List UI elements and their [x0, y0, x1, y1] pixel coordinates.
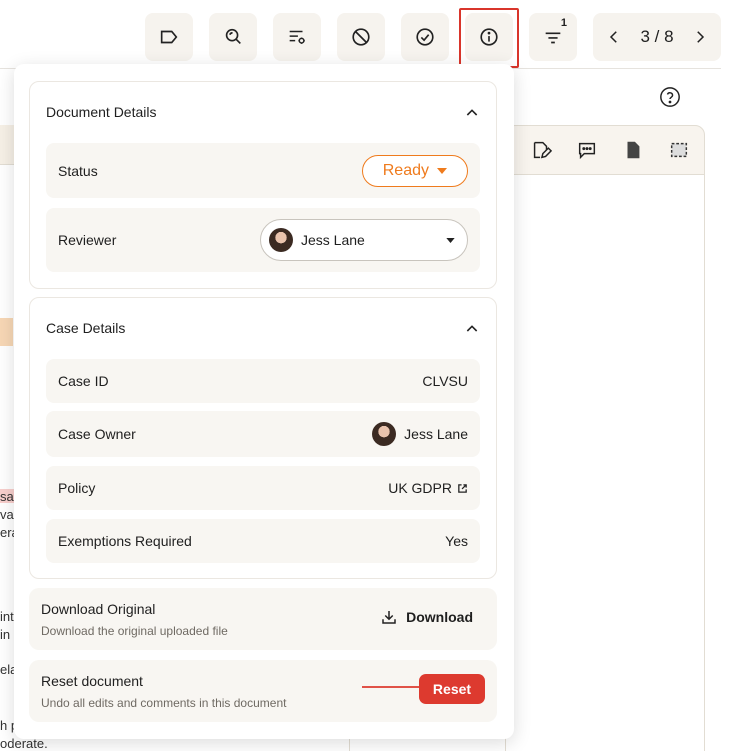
comment-icon[interactable] — [576, 139, 598, 161]
right-document-page — [505, 174, 705, 751]
case-id-value: CLVSU — [422, 373, 468, 389]
status-dropdown[interactable]: Ready — [361, 154, 468, 187]
chevron-right-icon[interactable] — [691, 28, 709, 46]
reviewer-label: Reviewer — [58, 232, 117, 248]
download-title: Download Original — [41, 601, 156, 617]
caret-down-icon — [446, 237, 455, 243]
edit-icon[interactable] — [530, 139, 552, 161]
exemptions-row: Exemptions Required Yes — [46, 519, 480, 563]
download-icon — [382, 611, 396, 624]
status-value: Ready — [382, 161, 429, 179]
download-button[interactable]: Download — [380, 608, 473, 626]
case-id-row: Case ID CLVSU — [46, 359, 480, 403]
filter-icon — [545, 32, 561, 44]
reset-title: Reset document — [41, 673, 143, 689]
avatar — [269, 228, 293, 252]
left-document-highlight — [0, 318, 13, 346]
doc-fragment: sa — [0, 489, 14, 504]
pager: 3 / 8 — [593, 13, 721, 61]
reset-button[interactable]: Reset — [419, 674, 485, 704]
help-icon[interactable] — [659, 86, 681, 108]
document-info-panel: Document Details Status Ready Reviewer J… — [14, 64, 514, 739]
policy-row: Policy UK GDPR — [46, 466, 480, 510]
filter-button[interactable]: 1 — [529, 13, 577, 61]
search-zoom-button[interactable] — [209, 13, 257, 61]
settings-list-button[interactable] — [273, 13, 321, 61]
download-label: Download — [406, 609, 473, 625]
reviewer-row: Reviewer Jess Lane — [46, 208, 480, 272]
file-icon[interactable] — [622, 139, 644, 161]
chevron-left-icon[interactable] — [605, 28, 623, 46]
block-button[interactable] — [337, 13, 385, 61]
exemptions-value: Yes — [445, 533, 468, 549]
document-details-section: Document Details Status Ready Reviewer J… — [29, 81, 497, 289]
reviewer-value: Jess Lane — [301, 232, 365, 248]
search-zoom-icon — [225, 28, 241, 45]
chevron-up-icon[interactable] — [464, 105, 480, 121]
page-indicator: 3 / 8 — [640, 27, 674, 46]
chevron-up-icon[interactable] — [464, 321, 480, 337]
settings-list-icon — [289, 30, 305, 44]
case-id-label: Case ID — [58, 373, 109, 389]
download-subtitle: Download the original uploaded file — [41, 624, 228, 638]
doc-fragment: int — [0, 609, 14, 624]
right-document-toolbar — [505, 125, 705, 175]
filter-count-badge: 1 — [560, 17, 567, 29]
policy-value: UK GDPR — [388, 480, 452, 496]
info-button-highlight — [459, 8, 519, 68]
download-original-card: Download Original Download the original … — [29, 588, 497, 650]
external-link-icon — [458, 483, 467, 493]
doc-fragment: va — [0, 507, 14, 522]
check-circle-icon — [416, 28, 434, 46]
status-row: Status Ready — [46, 143, 480, 198]
reset-subtitle: Undo all edits and comments in this docu… — [41, 696, 287, 710]
caret-down-icon — [437, 167, 447, 174]
doc-fragment: ela — [0, 662, 14, 677]
policy-link[interactable]: UK GDPR — [388, 480, 468, 496]
tag-button[interactable] — [145, 13, 193, 61]
reset-document-card: Reset document Undo all edits and commen… — [29, 660, 497, 722]
case-owner-row: Case Owner Jess Lane — [46, 411, 480, 457]
block-icon — [352, 28, 370, 46]
select-area-icon[interactable] — [668, 139, 690, 161]
case-owner-value: Jess Lane — [404, 426, 468, 442]
status-label: Status — [58, 162, 98, 179]
case-details-section: Case Details Case ID CLVSU Case Owner Je… — [29, 297, 497, 579]
avatar — [372, 422, 397, 446]
doc-fragment: h p — [0, 718, 14, 733]
left-document-toolbar — [0, 125, 14, 165]
tag-icon — [160, 30, 178, 44]
reviewer-dropdown[interactable]: Jess Lane — [260, 219, 468, 261]
exemptions-label: Exemptions Required — [58, 533, 192, 549]
section-title: Document Details — [46, 104, 157, 120]
case-owner-label: Case Owner — [58, 426, 136, 442]
approve-button[interactable] — [401, 13, 449, 61]
section-title: Case Details — [46, 320, 126, 336]
doc-fragment: era — [0, 525, 14, 540]
doc-fragment: in — [0, 627, 11, 642]
policy-label: Policy — [58, 480, 96, 496]
